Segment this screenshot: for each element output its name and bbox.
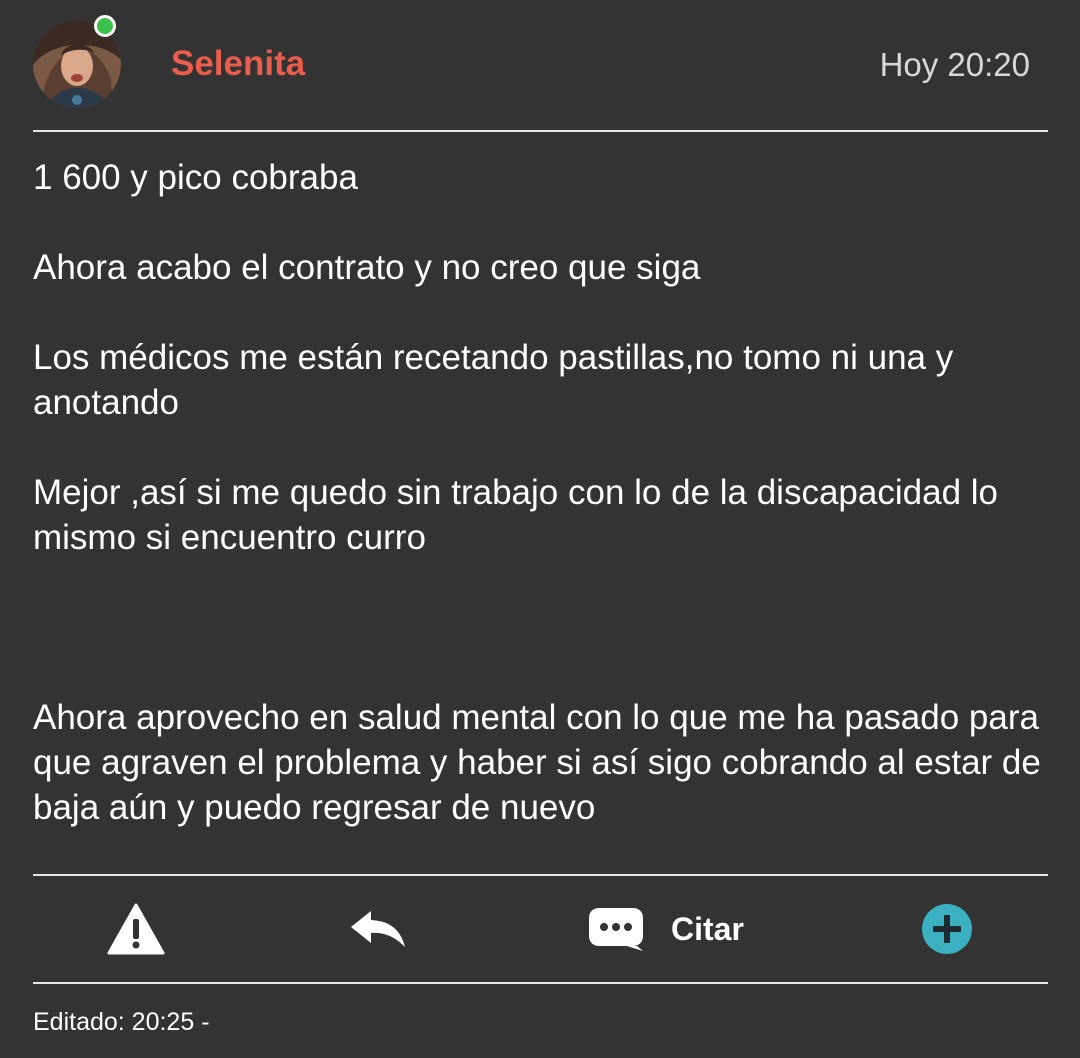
quote-label: Citar (671, 910, 744, 947)
edited-note: Editado: 20:25 - (33, 1008, 210, 1036)
post-header: Selenita Hoy 20:20 (0, 0, 1080, 130)
post-paragraph: Ahora aprovecho en salud mental con lo q… (33, 698, 1041, 827)
actions-divider-bottom (33, 982, 1048, 984)
header-divider (33, 130, 1048, 132)
online-status-dot (94, 15, 116, 37)
author-name[interactable]: Selenita (171, 42, 305, 86)
post-body: 1 600 y pico cobraba Ahora acabo el cont… (33, 155, 1053, 830)
post-paragraph: Mejor ,así si me quedo sin trabajo con l… (33, 473, 998, 557)
plus-circle-icon (922, 904, 972, 954)
post-timestamp: Hoy 20:20 (879, 46, 1030, 83)
report-button[interactable] (107, 876, 165, 982)
chat-bubble-icon (589, 908, 643, 951)
more-button[interactable] (920, 876, 974, 982)
post-paragraph: Ahora acabo el contrato y no creo que si… (33, 248, 701, 287)
post-paragraph: Los médicos me están recetando pastillas… (33, 338, 954, 422)
reply-button[interactable] (349, 876, 407, 982)
quote-button[interactable]: Citar (587, 876, 744, 982)
reply-icon (351, 911, 405, 947)
post-paragraph: 1 600 y pico cobraba (33, 158, 358, 197)
warning-icon (107, 903, 165, 955)
post-actions-bar: Citar (0, 876, 1080, 982)
